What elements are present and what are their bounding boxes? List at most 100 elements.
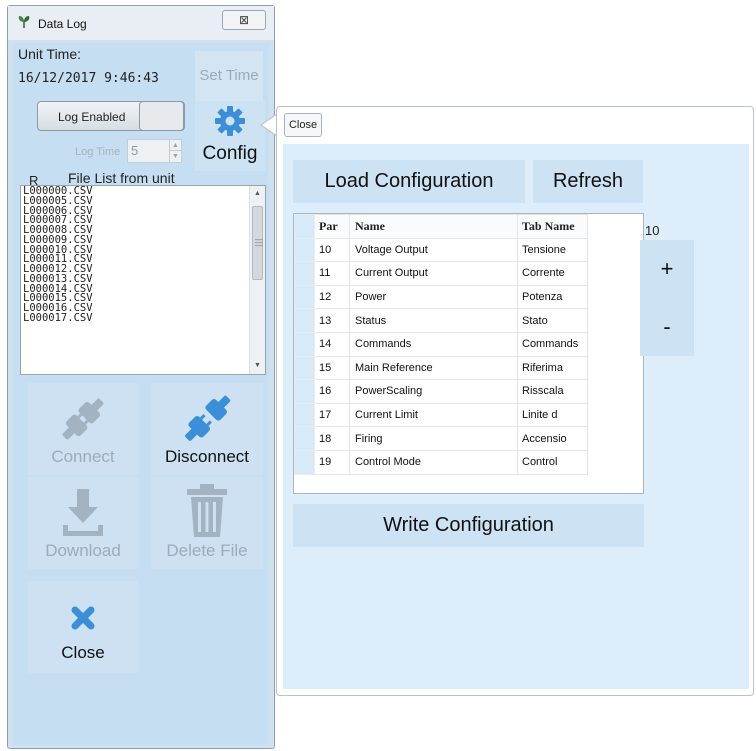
- parameter-grid[interactable]: Par Name Tab Name 10 Voltage Output Tensio…: [293, 213, 644, 494]
- tab-name-cell[interactable]: Corrente: [517, 261, 588, 286]
- close-button[interactable]: Close: [28, 581, 138, 673]
- add-row-button[interactable]: +: [640, 240, 694, 298]
- column-header-par[interactable]: Par: [314, 214, 350, 239]
- column-header-name[interactable]: Name: [349, 214, 518, 239]
- refresh-button[interactable]: Refresh: [533, 160, 643, 203]
- tab-name-cell[interactable]: Risscala: [517, 379, 588, 404]
- tab-name-cell[interactable]: Commands: [517, 331, 588, 357]
- row-header-cell[interactable]: [294, 284, 315, 310]
- delete-file-button[interactable]: Delete File: [151, 477, 263, 569]
- log-enabled-toggle[interactable]: [139, 101, 184, 131]
- par-cell[interactable]: 15: [314, 355, 350, 381]
- window-title: Data Log: [38, 17, 87, 31]
- gear-icon: [215, 106, 245, 136]
- spin-up-arrow-icon[interactable]: ▲: [169, 140, 181, 151]
- close-label: Close: [61, 643, 105, 662]
- log-time-spinner[interactable]: 5 ▲ ▼: [127, 139, 182, 163]
- log-enabled-label: Log Enabled: [58, 110, 126, 124]
- row-header-cell[interactable]: [294, 449, 315, 475]
- tab-name-cell[interactable]: Linite d: [517, 402, 588, 428]
- row-header-cell[interactable]: [294, 426, 315, 451]
- file-list[interactable]: L000000.CSV L000005.CSV L000006.CSV L000007…: [20, 185, 266, 375]
- log-time-value: 5: [131, 143, 139, 158]
- disconnect-button[interactable]: Disconnect: [151, 383, 263, 475]
- tab-name-cell[interactable]: Accensio: [517, 426, 588, 451]
- par-cell[interactable]: 12: [314, 284, 350, 310]
- par-cell[interactable]: 16: [314, 379, 350, 404]
- grid-header-row: Par Name Tab Name: [294, 214, 588, 239]
- row-header-cell[interactable]: [294, 261, 315, 286]
- par-cell[interactable]: 11: [314, 261, 350, 286]
- table-row[interactable]: 13 Status Stato: [294, 308, 588, 333]
- name-cell[interactable]: Current Limit: [349, 402, 518, 428]
- set-time-button[interactable]: Set Time: [195, 51, 263, 101]
- file-list-scrollbar[interactable]: ▲ — — — ▼: [249, 186, 265, 374]
- row-header-cell[interactable]: [294, 355, 315, 381]
- table-row[interactable]: 10 Voltage Output Tensione: [294, 237, 588, 263]
- parameter-count: 10: [645, 223, 660, 238]
- name-cell[interactable]: Voltage Output: [349, 237, 518, 263]
- plug-connect-icon: [62, 398, 104, 440]
- name-cell[interactable]: Current Output: [349, 261, 518, 286]
- scrollbar-thumb[interactable]: — — —: [252, 206, 263, 280]
- tab-name-cell[interactable]: Riferima: [517, 355, 588, 381]
- table-row[interactable]: 14 Commands Commands: [294, 331, 588, 357]
- remove-row-button[interactable]: -: [640, 298, 694, 356]
- scroll-down-arrow-icon[interactable]: ▼: [250, 358, 265, 374]
- grip-icon: — — —: [255, 235, 263, 250]
- name-cell[interactable]: Power: [349, 284, 518, 310]
- tab-name-cell[interactable]: Control: [517, 449, 588, 475]
- config-popup-body: Load Configuration Refresh Par Name Tab …: [283, 144, 749, 689]
- row-header-cell[interactable]: [294, 331, 315, 357]
- table-row[interactable]: 12 Power Potenza: [294, 284, 588, 310]
- load-configuration-button[interactable]: Load Configuration: [293, 160, 525, 203]
- unit-time-label: Unit Time:: [18, 46, 82, 62]
- log-enabled-button[interactable]: Log Enabled: [37, 101, 185, 131]
- par-cell[interactable]: 19: [314, 449, 350, 475]
- table-row[interactable]: 11 Current Output Corrente: [294, 261, 588, 286]
- name-cell[interactable]: Status: [349, 308, 518, 333]
- name-cell[interactable]: PowerScaling: [349, 379, 518, 404]
- name-cell[interactable]: Main Reference: [349, 355, 518, 381]
- spin-down-arrow-icon[interactable]: ▼: [169, 151, 181, 162]
- write-configuration-button[interactable]: Write Configuration: [293, 504, 644, 547]
- table-row[interactable]: 16 PowerScaling Risscala: [294, 379, 588, 404]
- scroll-up-arrow-icon[interactable]: ▲: [250, 186, 265, 202]
- par-cell[interactable]: 17: [314, 402, 350, 428]
- download-icon: [63, 489, 103, 536]
- par-cell[interactable]: 13: [314, 308, 350, 333]
- row-header-cell[interactable]: [294, 402, 315, 428]
- row-header-cell[interactable]: [294, 379, 315, 404]
- row-header-cell[interactable]: [294, 308, 315, 333]
- name-cell[interactable]: Commands: [349, 331, 518, 357]
- config-button[interactable]: Config: [195, 101, 265, 171]
- table-row[interactable]: 17 Current Limit Linite d: [294, 402, 588, 428]
- download-label: Download: [45, 541, 121, 560]
- par-cell[interactable]: 14: [314, 331, 350, 357]
- data-log-window: Data Log ⊠ Unit Time: 16/12/2017 9:46:43…: [7, 5, 275, 749]
- connect-label: Connect: [51, 447, 115, 466]
- row-header-cell[interactable]: [294, 237, 315, 263]
- tab-name-cell[interactable]: Tensione: [517, 237, 588, 263]
- tab-name-cell[interactable]: Stato: [517, 308, 588, 333]
- popup-close-button[interactable]: Close: [284, 113, 322, 137]
- download-button[interactable]: Download: [28, 477, 138, 569]
- par-cell[interactable]: 10: [314, 237, 350, 263]
- table-row[interactable]: 18 Firing Accensio: [294, 426, 588, 451]
- tab-name-cell[interactable]: Potenza: [517, 284, 588, 310]
- file-list-item[interactable]: L000017.CSV: [23, 313, 93, 324]
- table-row[interactable]: 15 Main Reference Riferima: [294, 355, 588, 381]
- connect-button[interactable]: Connect: [28, 383, 138, 475]
- par-cell[interactable]: 18: [314, 426, 350, 451]
- disconnect-label: Disconnect: [164, 447, 250, 466]
- plug-disconnect-icon: [185, 395, 231, 441]
- delete-file-label: Delete File: [166, 541, 248, 560]
- row-header-corner: [294, 214, 315, 239]
- file-list-header: File List from unit: [68, 170, 175, 186]
- window-close-button[interactable]: ⊠: [222, 10, 266, 30]
- name-cell[interactable]: Control Mode: [349, 449, 518, 475]
- log-time-label: Log Time: [75, 146, 121, 158]
- table-row[interactable]: 19 Control Mode Control: [294, 449, 588, 475]
- column-header-tab-name[interactable]: Tab Name: [517, 214, 588, 239]
- name-cell[interactable]: Firing: [349, 426, 518, 451]
